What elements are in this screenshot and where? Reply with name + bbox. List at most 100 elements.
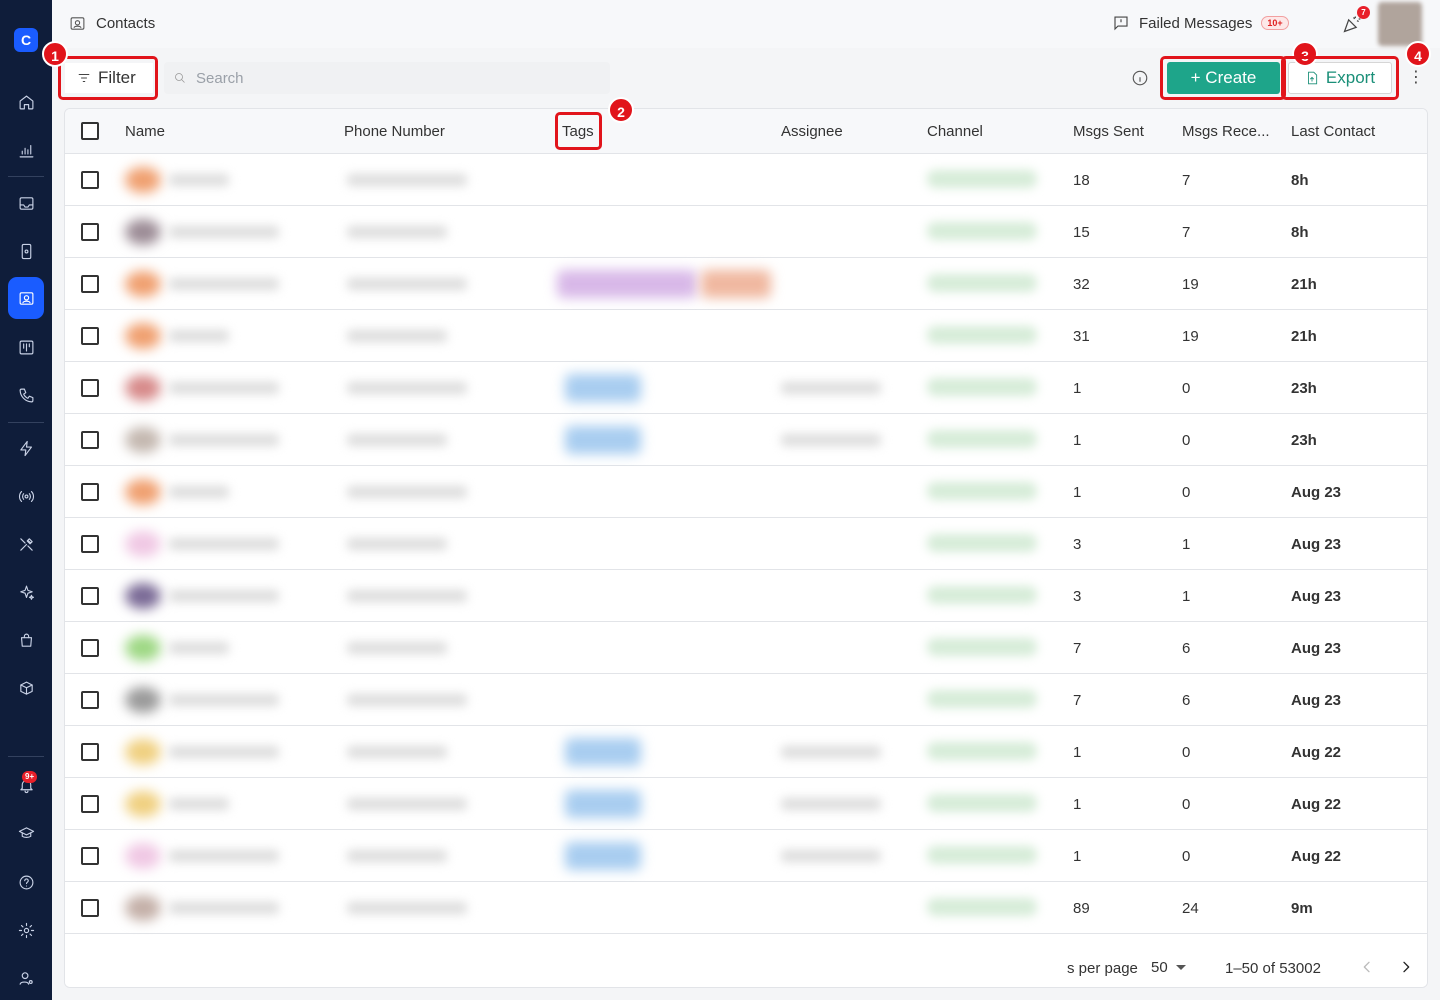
contact-name-redacted[interactable] bbox=[169, 434, 279, 446]
sidebar-tools-icon[interactable] bbox=[8, 526, 44, 562]
table-row[interactable]: 31 19 21h bbox=[65, 310, 1427, 362]
sidebar-ai-sparkle-icon[interactable] bbox=[8, 574, 44, 610]
contact-name-redacted[interactable] bbox=[169, 902, 279, 914]
contact-avatar bbox=[125, 375, 161, 401]
contact-name-redacted[interactable] bbox=[169, 798, 229, 810]
app-logo[interactable]: C bbox=[14, 28, 38, 52]
column-header-channel[interactable]: Channel bbox=[927, 123, 983, 140]
table-row[interactable]: 1 0 23h bbox=[65, 414, 1427, 466]
annotation-marker-4: 4 bbox=[1405, 41, 1431, 67]
contact-name-redacted[interactable] bbox=[169, 278, 279, 290]
contact-name-redacted[interactable] bbox=[169, 746, 279, 758]
sidebar-home-icon[interactable] bbox=[8, 84, 44, 120]
msgs-sent-cell: 1 bbox=[1073, 484, 1082, 501]
column-header-msgs-sent[interactable]: Msgs Sent bbox=[1073, 123, 1144, 140]
sidebar-analytics-icon[interactable] bbox=[8, 132, 44, 168]
table-row[interactable]: 1 0 23h bbox=[65, 362, 1427, 414]
tag-chip-redacted[interactable] bbox=[701, 270, 771, 298]
row-checkbox[interactable] bbox=[81, 795, 99, 813]
row-checkbox[interactable] bbox=[81, 379, 99, 397]
contact-name-redacted[interactable] bbox=[169, 694, 279, 706]
row-checkbox[interactable] bbox=[81, 899, 99, 917]
msgs-sent-cell: 1 bbox=[1073, 848, 1082, 865]
sidebar-shop-icon[interactable] bbox=[8, 622, 44, 658]
contact-name-redacted[interactable] bbox=[169, 590, 279, 602]
column-header-tags[interactable]: Tags bbox=[562, 123, 594, 140]
table-row[interactable]: 7 6 Aug 23 bbox=[65, 622, 1427, 674]
row-checkbox[interactable] bbox=[81, 535, 99, 553]
channel-badge-redacted bbox=[927, 794, 1037, 812]
tag-chip-redacted[interactable] bbox=[565, 426, 641, 454]
row-checkbox[interactable] bbox=[81, 327, 99, 345]
sidebar-contacts-icon[interactable] bbox=[8, 277, 44, 319]
row-checkbox[interactable] bbox=[81, 587, 99, 605]
table-row[interactable]: 1 0 Aug 22 bbox=[65, 726, 1427, 778]
failed-messages-link[interactable]: Failed Messages 10+ bbox=[1112, 14, 1289, 32]
sidebar-board-icon[interactable] bbox=[8, 329, 44, 365]
table-row[interactable]: 3 1 Aug 23 bbox=[65, 570, 1427, 622]
search-input[interactable] bbox=[196, 69, 596, 87]
notifications-button[interactable]: 7 bbox=[1342, 6, 1370, 36]
contact-name-redacted[interactable] bbox=[169, 382, 279, 394]
phone-number-redacted bbox=[347, 538, 447, 550]
tag-chip-redacted[interactable] bbox=[565, 842, 641, 870]
rows-per-page-select[interactable]: 50 bbox=[1151, 959, 1186, 976]
sidebar-automation-icon[interactable] bbox=[8, 430, 44, 466]
row-checkbox[interactable] bbox=[81, 847, 99, 865]
sidebar-help-icon[interactable] bbox=[8, 864, 44, 900]
table-row[interactable]: 15 7 8h bbox=[65, 206, 1427, 258]
contact-name-redacted[interactable] bbox=[169, 226, 279, 238]
msgs-sent-cell: 89 bbox=[1073, 900, 1090, 917]
column-header-last-contact[interactable]: Last Contact bbox=[1291, 123, 1375, 140]
sidebar-device-icon[interactable] bbox=[8, 233, 44, 269]
tag-chip-redacted[interactable] bbox=[565, 790, 641, 818]
sidebar-broadcast-icon[interactable] bbox=[8, 478, 44, 514]
table-row[interactable]: 1 0 Aug 22 bbox=[65, 830, 1427, 882]
contact-name-redacted[interactable] bbox=[169, 538, 279, 550]
filter-button[interactable]: Filter bbox=[65, 63, 153, 93]
sidebar-phone-icon[interactable] bbox=[8, 377, 44, 413]
contact-name-redacted[interactable] bbox=[169, 642, 229, 654]
sidebar-academy-icon[interactable] bbox=[8, 815, 44, 851]
table-row[interactable]: 7 6 Aug 23 bbox=[65, 674, 1427, 726]
tag-chip-redacted[interactable] bbox=[565, 374, 641, 402]
row-checkbox[interactable] bbox=[81, 639, 99, 657]
phone-number-redacted bbox=[347, 174, 467, 186]
sidebar-user-settings-icon[interactable] bbox=[8, 960, 44, 996]
row-checkbox[interactable] bbox=[81, 223, 99, 241]
msgs-received-cell: 1 bbox=[1182, 536, 1191, 553]
contact-name-redacted[interactable] bbox=[169, 174, 229, 186]
table-row[interactable]: 1 0 Aug 22 bbox=[65, 778, 1427, 830]
sidebar-settings-icon[interactable] bbox=[8, 912, 44, 948]
column-header-name[interactable]: Name bbox=[125, 123, 165, 140]
column-header-assignee[interactable]: Assignee bbox=[781, 123, 843, 140]
contact-name-redacted[interactable] bbox=[169, 850, 279, 862]
row-checkbox[interactable] bbox=[81, 691, 99, 709]
sidebar-inbox-icon[interactable] bbox=[8, 185, 44, 221]
row-checkbox[interactable] bbox=[81, 431, 99, 449]
create-button[interactable]: + Create bbox=[1167, 62, 1280, 94]
row-checkbox[interactable] bbox=[81, 275, 99, 293]
contact-name-redacted[interactable] bbox=[169, 486, 229, 498]
table-row[interactable]: 89 24 9m bbox=[65, 882, 1427, 934]
contact-name-redacted[interactable] bbox=[169, 330, 229, 342]
row-checkbox[interactable] bbox=[81, 743, 99, 761]
sidebar-package-icon[interactable] bbox=[8, 670, 44, 706]
table-row[interactable]: 1 0 Aug 23 bbox=[65, 466, 1427, 518]
row-checkbox[interactable] bbox=[81, 171, 99, 189]
table-row[interactable]: 18 7 8h bbox=[65, 154, 1427, 206]
next-page-button[interactable] bbox=[1394, 955, 1418, 979]
chevron-down-icon bbox=[1175, 965, 1186, 970]
table-row[interactable]: 32 19 21h bbox=[65, 258, 1427, 310]
tag-chip-redacted[interactable] bbox=[557, 270, 697, 298]
row-checkbox[interactable] bbox=[81, 483, 99, 501]
tag-chip-redacted[interactable] bbox=[565, 738, 641, 766]
select-all-checkbox[interactable] bbox=[81, 122, 99, 140]
info-icon[interactable] bbox=[1131, 69, 1149, 87]
column-header-phone[interactable]: Phone Number bbox=[344, 123, 445, 140]
previous-page-button[interactable] bbox=[1355, 955, 1379, 979]
more-options-button[interactable]: ⋮ bbox=[1408, 68, 1424, 88]
user-avatar[interactable] bbox=[1378, 2, 1422, 46]
column-header-msgs-received[interactable]: Msgs Rece... bbox=[1182, 123, 1270, 140]
table-row[interactable]: 3 1 Aug 23 bbox=[65, 518, 1427, 570]
